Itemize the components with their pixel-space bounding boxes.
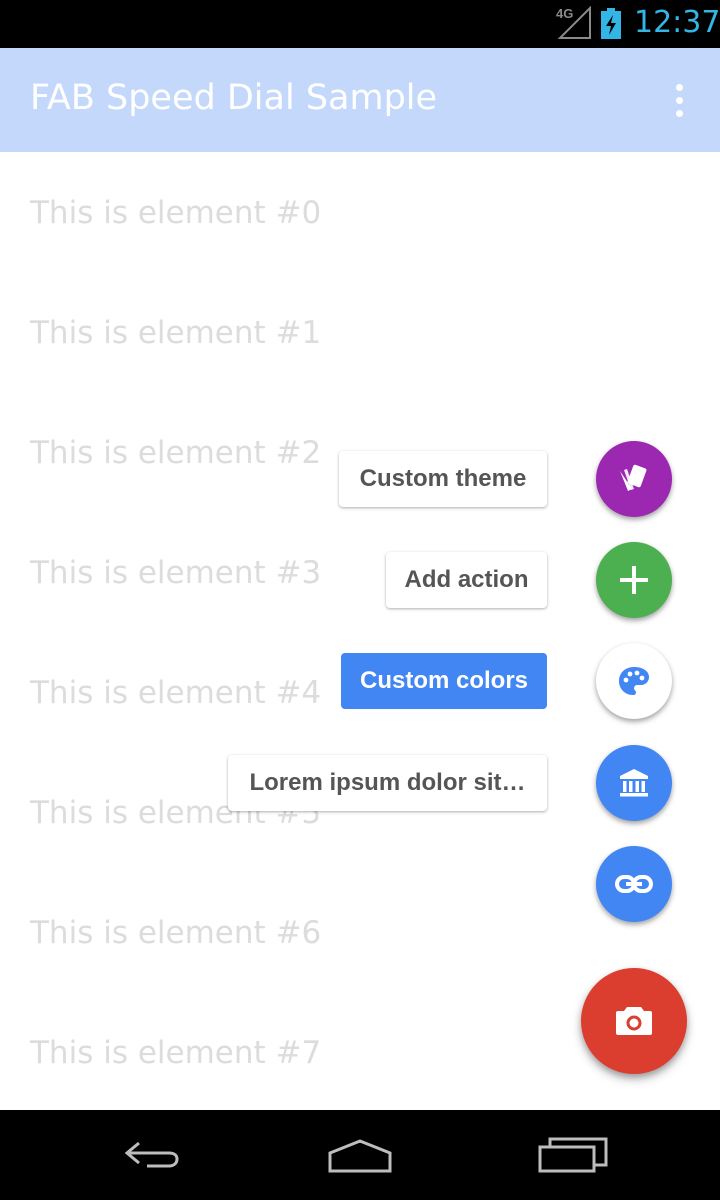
screen: 4G 12:37 FAB Speed Dial Sample This is e… — [0, 0, 720, 1200]
navigation-bar — [0, 1110, 720, 1200]
more-vert-icon[interactable] — [660, 76, 698, 124]
add-action-fab[interactable] — [596, 542, 672, 618]
link-fab[interactable] — [596, 846, 672, 922]
lorem-ipsum-label[interactable]: Lorem ipsum dolor sit… — [228, 755, 547, 811]
back-icon[interactable] — [110, 1132, 190, 1178]
custom-colors-fab[interactable] — [596, 643, 672, 719]
camera-fab[interactable] — [581, 968, 687, 1074]
signal-icon — [557, 6, 591, 39]
app-bar: FAB Speed Dial Sample — [0, 48, 720, 152]
custom-theme-label[interactable]: Custom theme — [339, 451, 547, 507]
recents-icon[interactable] — [532, 1132, 612, 1178]
app-title: FAB Speed Dial Sample — [30, 78, 438, 118]
palette-icon — [619, 667, 649, 695]
bank-fab[interactable] — [596, 745, 672, 821]
custom-theme-fab[interactable] — [596, 441, 672, 517]
list-item[interactable]: This is element #2 — [30, 423, 321, 483]
camera-icon — [616, 1007, 652, 1035]
list-item[interactable]: This is element #7 — [30, 1023, 321, 1083]
list-item[interactable]: This is element #3 — [30, 543, 321, 603]
bank-icon — [620, 769, 648, 797]
list-item[interactable]: This is element #4 — [30, 663, 321, 723]
battery-charging-icon — [601, 8, 621, 39]
cards-icon — [620, 464, 647, 491]
add-action-label[interactable]: Add action — [386, 552, 547, 608]
link-icon — [615, 875, 653, 893]
plus-icon — [620, 566, 648, 594]
list-item[interactable]: This is element #1 — [30, 303, 321, 363]
status-bar: 4G 12:37 — [0, 0, 720, 48]
status-clock: 12:37 — [634, 5, 720, 40]
list-item[interactable]: This is element #0 — [30, 183, 321, 243]
list-item[interactable]: This is element #6 — [30, 903, 321, 963]
custom-colors-label[interactable]: Custom colors — [341, 653, 547, 709]
home-icon[interactable] — [320, 1132, 400, 1178]
